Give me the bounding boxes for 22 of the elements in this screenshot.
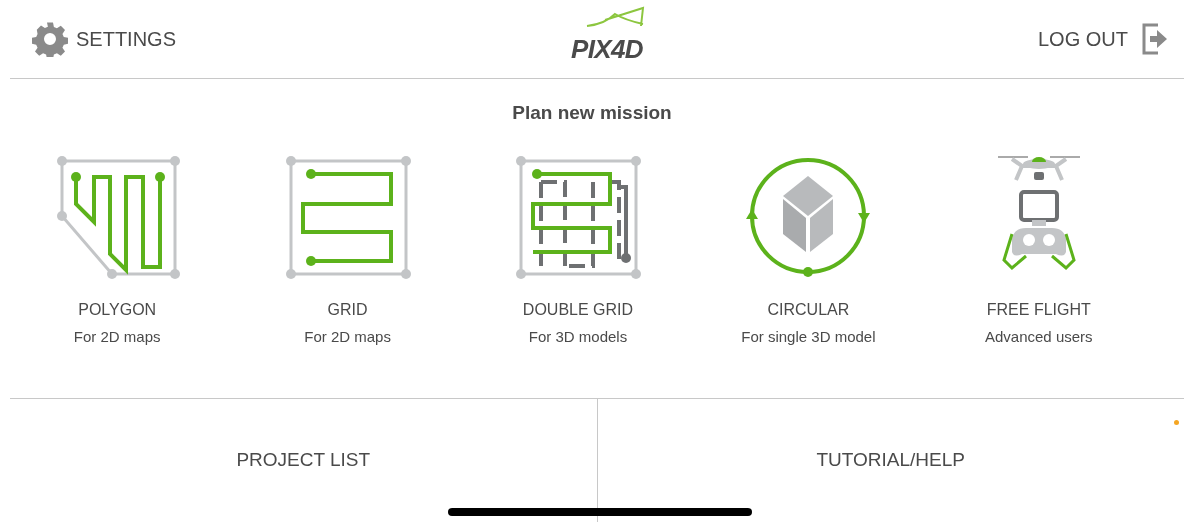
mission-name: CIRCULAR (767, 299, 850, 320)
mission-option[interactable]: CIRCULAR For single 3D model (693, 153, 924, 348)
mission-subtitle: For 3D models (528, 326, 628, 347)
settings-icon (32, 21, 68, 57)
mission-name: FREE FLIGHT (986, 299, 1091, 320)
mission-option[interactable]: POLYGON For 2D maps (2, 153, 233, 348)
logo: PIX4D (571, 32, 643, 66)
logout-button[interactable]: LOG OUT (1038, 21, 1170, 57)
mission-subtitle: Advanced users (985, 326, 1093, 347)
mission-subtitle: For 2D maps (73, 326, 161, 347)
mission-option[interactable]: FREE FLIGHT Advanced users (923, 153, 1154, 348)
mission-option[interactable]: GRID For 2D maps (232, 153, 463, 348)
mission-subtitle: For 2D maps (304, 326, 391, 347)
settings-button[interactable]: SETTINGS (32, 21, 176, 57)
mission-subtitle: For single 3D model (741, 326, 876, 347)
footer-button[interactable]: PROJECT LIST (10, 398, 597, 522)
mission-option[interactable]: DOUBLE GRID For 3D models (462, 153, 694, 348)
mission-name: POLYGON (78, 299, 157, 320)
mission-name: DOUBLE GRID (522, 299, 634, 320)
section-title: Plan new mission (512, 101, 672, 125)
mission-name: GRID (327, 299, 368, 320)
logo-wave-icon (585, 5, 646, 28)
